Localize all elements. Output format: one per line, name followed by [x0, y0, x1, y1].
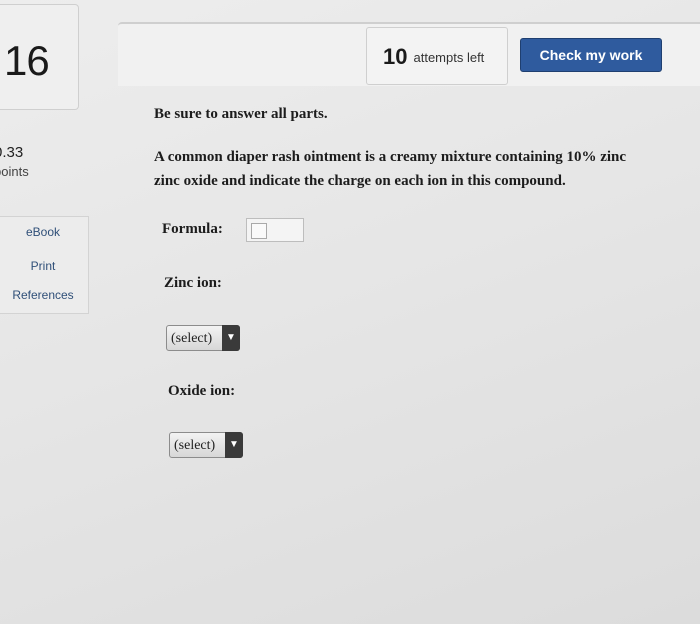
print-link[interactable]: Print — [0, 259, 88, 273]
question-text: A common diaper rash ointment is a cream… — [154, 145, 700, 193]
question-number-box: 16 — [0, 4, 79, 110]
points-label: points — [0, 164, 29, 179]
zinc-ion-label: Zinc ion: — [164, 275, 222, 291]
check-my-work-button[interactable]: Check my work — [520, 38, 662, 72]
question-number: 16 — [4, 37, 50, 84]
question-line-2: zinc oxide and indicate the charge on ea… — [154, 173, 566, 189]
oxide-ion-select-value: (select) — [174, 438, 216, 453]
question-toolbar: 10 attempts left Check my work — [118, 22, 700, 86]
references-link[interactable]: References — [0, 288, 88, 302]
question-line-1: A common diaper rash ointment is a cream… — [154, 149, 627, 165]
points-value: 0.33 — [0, 144, 24, 161]
chevron-down-icon: ▼ — [222, 325, 240, 351]
zinc-ion-select-value: (select) — [171, 331, 213, 346]
formula-input[interactable] — [246, 218, 304, 242]
oxide-ion-label: Oxide ion: — [168, 383, 236, 399]
oxide-ion-select[interactable]: (select) ▼ — [169, 432, 243, 458]
formula-input-cursor-box — [251, 223, 267, 239]
side-menu: eBook Print References — [0, 216, 89, 314]
formula-label: Formula: — [162, 221, 223, 237]
attempts-count: 10 — [383, 44, 408, 69]
instructions: Be sure to answer all parts. — [154, 106, 328, 122]
zinc-ion-select[interactable]: (select) ▼ — [166, 325, 240, 351]
attempts-box: 10 attempts left — [366, 27, 508, 85]
attempts-label: attempts left — [413, 50, 485, 65]
chevron-down-icon: ▼ — [225, 432, 243, 458]
ebook-link[interactable]: eBook — [0, 225, 88, 239]
